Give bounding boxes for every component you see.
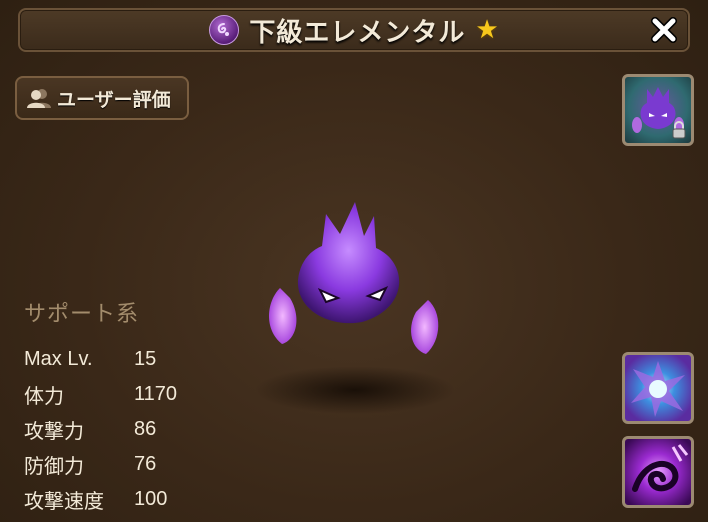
skill-1-button[interactable] — [622, 352, 694, 424]
stat-name: 防御力 — [24, 456, 84, 478]
close-button[interactable] — [642, 10, 686, 50]
user-review-button[interactable]: ユーザー評価 — [15, 76, 189, 120]
lock-icon — [672, 121, 686, 139]
title-group: 下級エレメンタル ★ — [20, 10, 688, 50]
stat-value: 15 — [134, 348, 157, 370]
stats-panel: サポート系 Max Lv. 15 体力 1170 攻撃力 86 防御力 76 攻… — [24, 296, 177, 517]
stat-row-defense: 防御力 76 — [24, 447, 177, 482]
page-title: 下級エレメンタル — [249, 17, 466, 48]
stat-value: 76 — [134, 453, 157, 475]
stat-name: Max Lv. — [24, 348, 93, 370]
type-label: サポート系 — [24, 301, 140, 326]
dark-element-icon — [209, 15, 240, 45]
stat-value: 86 — [134, 418, 157, 440]
users-icon — [27, 89, 51, 108]
monster-illustration — [250, 190, 460, 420]
stat-row-speed: 攻撃速度 100 — [24, 482, 177, 517]
stat-value: 100 — [134, 488, 168, 510]
star-icon: ★ — [475, 15, 499, 45]
stat-name: 攻撃力 — [24, 421, 84, 443]
stat-name: 攻撃速度 — [24, 491, 104, 513]
skill-2-icon — [632, 444, 689, 492]
user-review-label: ユーザー評価 — [57, 88, 171, 111]
stat-value: 1170 — [134, 383, 178, 405]
close-icon — [651, 17, 677, 43]
stat-row-attack: 攻撃力 86 — [24, 412, 177, 447]
stat-row-hp: 体力 1170 — [24, 377, 177, 412]
monster-portrait[interactable] — [622, 74, 694, 146]
title-bar: 下級エレメンタル ★ — [18, 8, 690, 52]
skill-2-button[interactable] — [622, 436, 694, 508]
skill-1-icon — [631, 361, 685, 417]
stat-row-max-level: Max Lv. 15 — [24, 342, 177, 377]
stat-name: 体力 — [24, 386, 64, 408]
